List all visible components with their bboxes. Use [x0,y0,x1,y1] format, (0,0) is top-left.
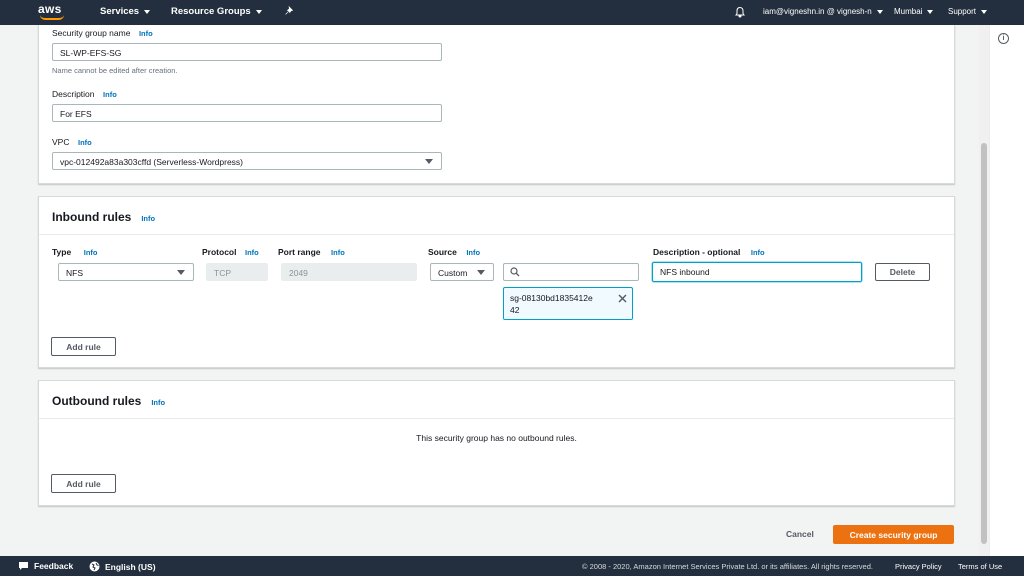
feedback-button[interactable]: Feedback [18,561,73,571]
description-label: Description [52,89,95,99]
caret-down-icon [177,270,185,275]
resource-groups-label: Resource Groups [171,6,251,17]
outbound-rules-header: Outbound rules Info [52,394,165,408]
top-navigation: aws Services Resource Groups iam@vignesh… [0,0,1024,25]
support-label: Support [948,7,977,16]
pin-button[interactable] [284,5,295,16]
scrollbar-thumb[interactable] [981,143,987,544]
col-type-label: Type [52,247,72,257]
col-source-info-link[interactable]: Info [466,248,480,257]
support-menu[interactable]: Support [948,7,988,16]
sg-name-label: Security group name [52,28,131,38]
vpc-info-link[interactable]: Info [78,138,92,147]
language-label: English (US) [105,561,156,572]
outbound-rules-panel: Outbound rules Info This security group … [38,380,955,506]
privacy-policy-link[interactable]: Privacy Policy [895,562,942,571]
col-type-header: Type Info [52,247,97,257]
help-panel-rail: i [989,25,1024,556]
sg-name-hint: Name cannot be edited after creation. [52,66,178,75]
aws-logo-text: aws [38,2,62,16]
sg-name-label-row: Security group name Info [52,28,153,38]
inbound-rules-header: Inbound rules Info [52,210,155,224]
add-inbound-rule-button[interactable]: Add rule [51,337,116,356]
language-selector[interactable]: English (US) [89,561,156,572]
rule-protocol-field: TCP [206,263,268,281]
search-icon [510,267,520,277]
rule-source-select[interactable]: Custom [430,263,494,281]
feedback-label: Feedback [34,561,74,571]
outbound-header-divider [39,418,954,419]
col-source-header: Source Info [428,247,480,257]
chevron-down-icon [981,9,988,14]
source-token: sg-08130bd1835412e 42 [503,287,633,320]
chevron-down-icon [927,9,934,14]
resource-groups-menu[interactable]: Resource Groups [171,6,262,17]
footer: Feedback English (US) © 2008 - 2020, Ama… [0,556,1024,576]
col-port-label: Port range [278,247,321,257]
main-content: Security group name Info SL-WP-EFS-SG Na… [13,25,988,556]
rule-description-input[interactable]: NFS inbound [652,262,862,282]
description-info-link[interactable]: Info [103,90,117,99]
rule-type-value: NFS [66,268,83,278]
sg-name-info-link[interactable]: Info [139,29,153,38]
region-menu[interactable]: Mumbai [894,7,934,16]
outbound-empty-message: This security group has no outbound rule… [416,433,577,443]
col-protocol-info-link[interactable]: Info [245,248,259,257]
notifications-button[interactable] [734,6,746,18]
services-label: Services [100,6,140,17]
create-security-group-button[interactable]: Create security group [833,525,954,544]
col-description-label: Description - optional [653,247,741,257]
source-token-line2: 42 [510,305,520,315]
chevron-down-icon [876,9,883,14]
col-port-header: Port range Info [278,247,345,257]
account-menu[interactable]: iam@vigneshn.in @ vignesh-n [763,7,883,16]
account-label: iam@vigneshn.in @ vignesh-n [763,7,872,16]
sg-name-input[interactable]: SL-WP-EFS-SG [52,43,442,61]
aws-smile-icon [40,15,64,20]
caret-down-icon [477,270,485,275]
vpc-label-row: VPC Info [52,137,92,147]
rule-source-search-input[interactable] [503,263,639,281]
vpc-select[interactable]: vpc-012492a83a303cffd (Serverless-Wordpr… [52,152,442,170]
services-menu[interactable]: Services [100,6,151,17]
globe-icon [89,561,100,572]
add-outbound-rule-button[interactable]: Add rule [51,474,116,493]
description-input[interactable]: For EFS [52,104,442,122]
rule-port-range-field: 2049 [281,263,417,281]
description-label-row: Description Info [52,89,117,99]
rule-type-select[interactable]: NFS [58,263,194,281]
info-icon[interactable]: i [998,33,1009,44]
chevron-down-icon [255,9,262,14]
inbound-rules-title: Inbound rules [52,210,132,224]
col-protocol-header: Protocol Info [202,247,259,257]
basic-details-panel: Security group name Info SL-WP-EFS-SG Na… [38,25,955,184]
inbound-rules-panel: Inbound rules Info Type Info Protocol In… [38,196,955,368]
copyright-text: © 2008 - 2020, Amazon Internet Services … [582,562,873,571]
outbound-rules-title: Outbound rules [52,394,142,408]
col-description-header: Description - optional Info [653,247,765,257]
bell-icon [735,6,745,18]
inbound-header-divider [39,234,954,235]
caret-down-icon [425,159,433,164]
vpc-label: VPC [52,137,70,147]
aws-logo[interactable]: aws [38,3,66,21]
pin-icon [285,5,294,15]
terms-of-use-link[interactable]: Terms of Use [958,562,1002,571]
close-icon[interactable] [618,294,627,303]
rule-source-value: Custom [438,268,468,278]
cancel-button[interactable]: Cancel [786,529,814,539]
col-source-label: Source [428,247,457,257]
col-type-info-link[interactable]: Info [84,248,98,257]
speech-bubble-icon [19,562,28,570]
source-token-line1: sg-08130bd1835412e [510,293,593,303]
region-label: Mumbai [894,7,923,16]
chevron-down-icon [144,9,151,14]
col-port-info-link[interactable]: Info [331,248,345,257]
outbound-rules-info-link[interactable]: Info [151,398,165,407]
col-description-info-link[interactable]: Info [751,248,765,257]
inbound-rules-info-link[interactable]: Info [141,214,155,223]
col-protocol-label: Protocol [202,247,237,257]
delete-rule-button[interactable]: Delete [875,263,930,281]
vpc-select-value: vpc-012492a83a303cffd (Serverless-Wordpr… [60,157,244,167]
